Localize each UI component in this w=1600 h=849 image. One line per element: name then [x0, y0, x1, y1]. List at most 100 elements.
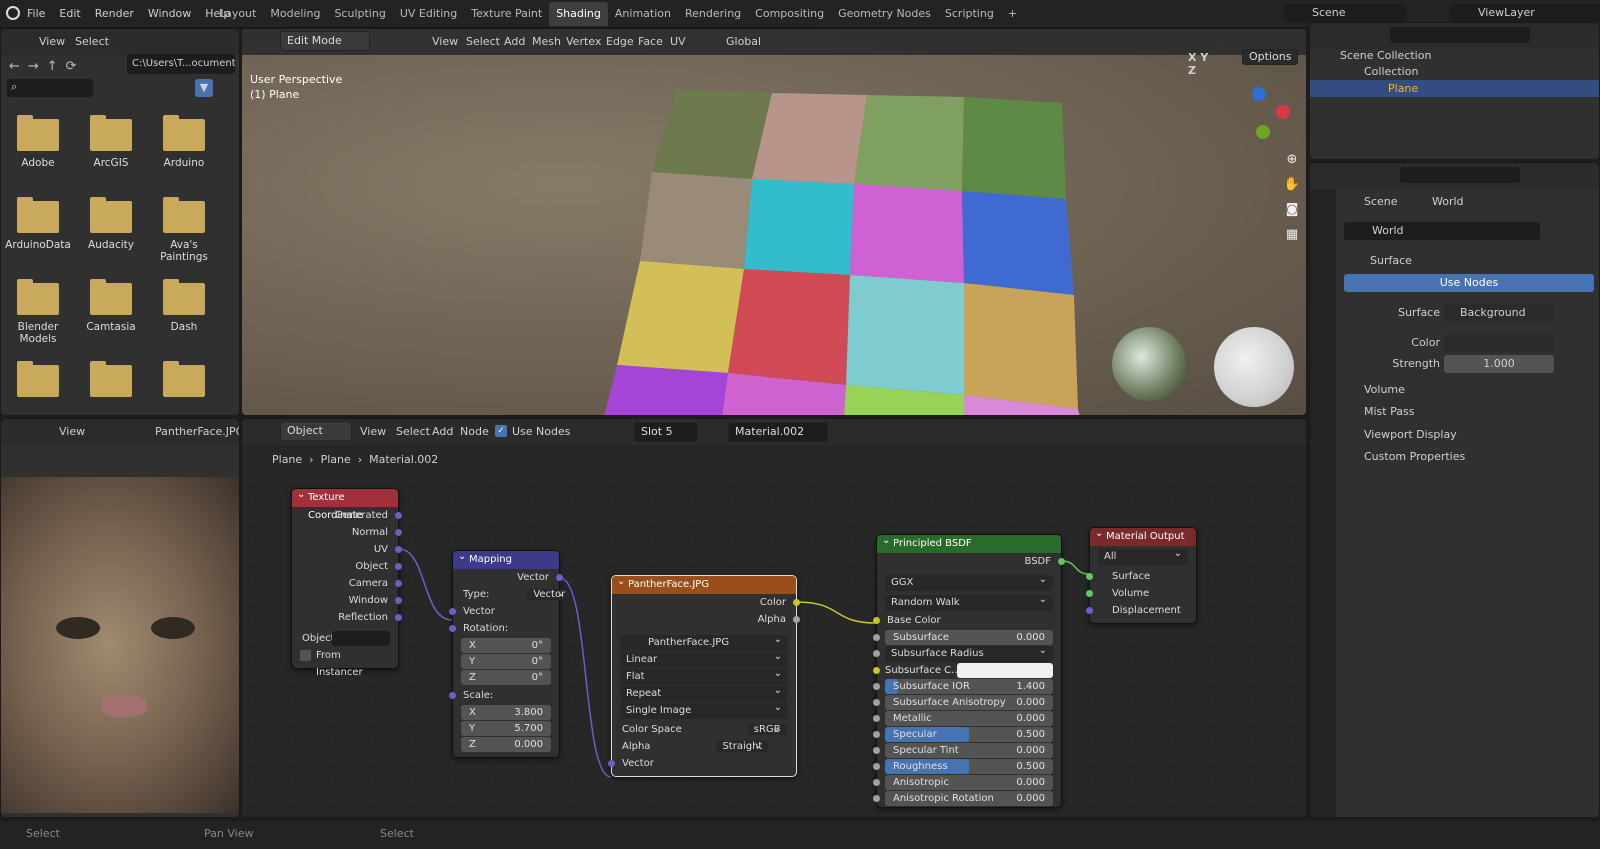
input-socket[interactable]: [1086, 590, 1093, 597]
properties-search[interactable]: [1400, 167, 1520, 183]
input-socket[interactable]: [873, 795, 880, 802]
fb-select-menu[interactable]: Select: [75, 35, 109, 48]
subsurface-method-dropdown[interactable]: Random Walk: [885, 592, 1053, 611]
input-socket[interactable]: [873, 667, 880, 674]
output-socket[interactable]: [395, 529, 402, 536]
scene-selector[interactable]: Scene: [1284, 4, 1406, 22]
mapping-type-dropdown[interactable]: Vector: [527, 589, 572, 600]
outliner-plane-row[interactable]: Plane: [1310, 80, 1599, 97]
add-workspace-button[interactable]: +: [1001, 2, 1024, 26]
input-socket[interactable]: [873, 683, 880, 690]
tab-animation[interactable]: Animation: [608, 2, 678, 26]
input-socket[interactable]: [873, 699, 880, 706]
blender-logo-icon[interactable]: [6, 6, 20, 20]
tab-modeling[interactable]: Modeling: [263, 2, 327, 26]
tab-uv-editing[interactable]: UV Editing: [393, 2, 464, 26]
fb-nav-buttons[interactable]: ←→↑⟳: [9, 59, 85, 74]
rotation-y-field[interactable]: Y 0°: [461, 654, 551, 669]
image-texture-node[interactable]: PantherFace.JPG Color Alpha PantherFace.…: [608, 573, 800, 777]
output-title[interactable]: Material Output: [1090, 525, 1196, 546]
from-instancer-row[interactable]: From Instancer: [292, 647, 398, 678]
ie-image-name[interactable]: PantherFace.JPG: [155, 425, 239, 438]
scale-x-field[interactable]: X 3.800: [461, 705, 551, 720]
rotation-z-field[interactable]: Z 0°: [461, 670, 551, 685]
tab-sculpting[interactable]: Sculpting: [327, 2, 392, 26]
mapping-title[interactable]: Mapping: [453, 548, 559, 569]
fb-view-menu[interactable]: View: [39, 35, 65, 48]
menu-file[interactable]: File: [20, 0, 52, 28]
outliner-search[interactable]: [1390, 27, 1530, 43]
output-socket[interactable]: [395, 614, 402, 621]
tab-rendering[interactable]: Rendering: [678, 2, 748, 26]
section-mist-pass[interactable]: Mist Pass: [1340, 405, 1414, 418]
from-instancer-checkbox[interactable]: [300, 650, 311, 661]
bsdf-roughness-field[interactable]: Roughness 0.500: [873, 759, 1053, 774]
outliner-scene-collection[interactable]: Scene Collection: [1340, 49, 1431, 62]
alpha-mode-dropdown[interactable]: Straight: [716, 741, 769, 752]
folder-item[interactable]: Camtasia: [74, 273, 148, 333]
fb-path-field[interactable]: C:\Users\T...ocuments\: [127, 54, 235, 74]
folder-item[interactable]: ArduinoData: [1, 191, 75, 251]
texture-coordinate-node[interactable]: Texture Coordinate GeneratedNormalUVObje…: [291, 486, 402, 678]
tab-geometry-nodes[interactable]: Geometry Nodes: [831, 2, 938, 26]
rotation-x-field[interactable]: X 0°: [461, 638, 551, 653]
input-socket[interactable]: [873, 763, 880, 770]
mapping-node[interactable]: Mapping Vector Type:Vector Vector Rotati…: [449, 548, 572, 758]
tab-scripting[interactable]: Scripting: [938, 2, 1001, 26]
color-space-dropdown[interactable]: sRGB: [747, 724, 787, 735]
gizmo-y-axis[interactable]: [1256, 125, 1270, 139]
tab-compositing[interactable]: Compositing: [748, 2, 831, 26]
input-socket[interactable]: [873, 650, 880, 657]
menu-edit[interactable]: Edit: [52, 0, 87, 28]
bsdf-subsurface-ior-field[interactable]: Subsurface IOR 1.400: [873, 679, 1053, 694]
surface-shader-field[interactable]: Background: [1444, 304, 1554, 322]
folder-item[interactable]: [147, 355, 221, 403]
bsdf-anisotropic-field[interactable]: Anisotropic 0.000: [873, 775, 1053, 790]
folder-item[interactable]: Arduino: [147, 109, 221, 169]
section-viewport-display[interactable]: Viewport Display: [1340, 428, 1457, 441]
output-socket[interactable]: [395, 512, 402, 519]
scale-y-field[interactable]: Y 5.700: [461, 721, 551, 736]
output-socket[interactable]: [395, 597, 402, 604]
color-field[interactable]: [1444, 334, 1554, 352]
gizmo-x-axis[interactable]: [1276, 105, 1290, 119]
folder-item[interactable]: Dash: [147, 273, 221, 333]
subsurface-color-swatch[interactable]: [957, 663, 1053, 678]
source-dropdown[interactable]: Single Image: [620, 700, 788, 719]
viewlayer-selector[interactable]: ViewLayer: [1450, 4, 1600, 22]
folder-item[interactable]: Adobe: [1, 109, 75, 169]
texcoord-object-field[interactable]: [332, 631, 390, 646]
bsdf-subsurface-radius-field[interactable]: Subsurface Radius: [873, 643, 1053, 662]
input-socket[interactable]: [873, 634, 880, 641]
input-socket[interactable]: [873, 731, 880, 738]
fb-search-input[interactable]: ⌕: [7, 79, 93, 97]
bsdf-metallic-field[interactable]: Metallic 0.000: [873, 711, 1053, 726]
bsdf-anisotropic-rotation-field[interactable]: Anisotropic Rotation 0.000: [873, 791, 1053, 806]
input-socket[interactable]: [873, 779, 880, 786]
image-node-title[interactable]: PantherFace.JPG: [612, 573, 796, 594]
bsdf-title[interactable]: Principled BSDF: [877, 532, 1061, 553]
distribution-dropdown[interactable]: GGX: [885, 572, 1053, 591]
menu-window[interactable]: Window: [141, 0, 198, 28]
bsdf-subsurface-field[interactable]: Subsurface 0.000: [873, 630, 1053, 645]
folder-item[interactable]: [74, 355, 148, 403]
interpolation-dropdown[interactable]: Linear: [620, 649, 788, 668]
tab-shading[interactable]: Shading: [549, 2, 608, 26]
input-socket[interactable]: [1086, 607, 1093, 614]
extension-dropdown[interactable]: Repeat: [620, 683, 788, 702]
projection-dropdown[interactable]: Flat: [620, 666, 788, 685]
outliner-collection[interactable]: Collection: [1364, 65, 1418, 78]
viewport-3d[interactable]: Edit Mode View Select Add Mesh Vertex Ed…: [241, 28, 1307, 416]
surface-panel-header[interactable]: Surface: [1340, 251, 1599, 271]
node-editor-panel[interactable]: Object View Select Add Node ✓ Use Nodes …: [241, 418, 1307, 818]
texcoord-title[interactable]: Texture Coordinate: [292, 486, 398, 521]
folder-item[interactable]: Ava's Paintings: [147, 191, 221, 263]
material-output-node[interactable]: Material Output All SurfaceVolumeDisplac…: [1086, 525, 1197, 624]
input-socket[interactable]: [873, 747, 880, 754]
section-volume[interactable]: Volume: [1340, 383, 1405, 396]
use-nodes-button[interactable]: Use Nodes: [1344, 274, 1594, 292]
scale-z-field[interactable]: Z 0.000: [461, 737, 551, 752]
gizmo-z-axis[interactable]: [1252, 87, 1266, 101]
ie-view-menu[interactable]: View: [59, 425, 85, 438]
bsdf-specular-field[interactable]: Specular 0.500: [873, 727, 1053, 742]
